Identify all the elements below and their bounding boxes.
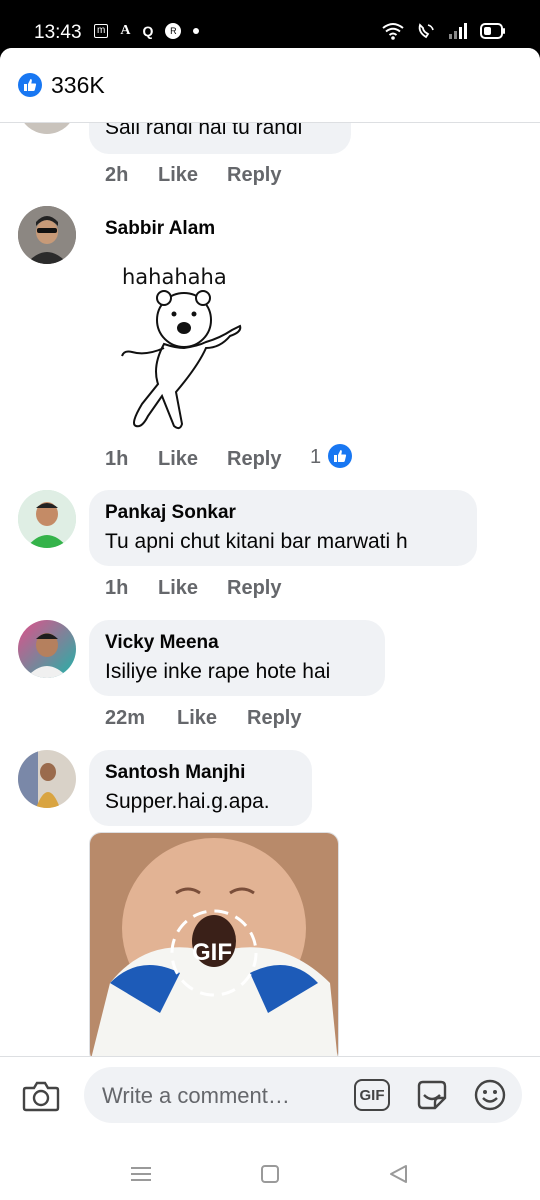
notification-icons: m A Q R (94, 23, 200, 39)
home-square-icon[interactable] (257, 1161, 283, 1187)
like-button[interactable]: Like (158, 577, 198, 600)
avatar-pankaj-sonkar[interactable] (18, 490, 76, 548)
comment-bubble[interactable]: Pankaj Sonkar Tu apni chut kitani bar ma… (89, 490, 477, 566)
reactions-header[interactable]: 336K (0, 48, 540, 123)
comment-time: 1h (105, 577, 129, 599)
emoji-icon[interactable] (472, 1077, 508, 1113)
sticker-text: hahahaha (122, 265, 227, 289)
comment-author[interactable]: Pankaj Sonkar (105, 502, 236, 524)
comment-time: 2h (105, 164, 129, 186)
comment-list[interactable]: Sali randi hai tu randi 2h Like Reply Sa… (0, 122, 540, 1056)
gif-attachment[interactable]: GIF (89, 832, 339, 1056)
navigation-bar (0, 1151, 540, 1200)
gif-icon[interactable]: GIF (354, 1079, 390, 1111)
back-triangle-icon[interactable] (385, 1161, 411, 1187)
camera-icon[interactable] (20, 1077, 62, 1115)
like-count-icon[interactable] (328, 444, 352, 468)
comment-bubble[interactable]: Sali randi hai tu randi (89, 122, 351, 154)
comment-text: Sali randi hai tu randi (105, 122, 303, 139)
sticker[interactable]: hahahaha (102, 256, 262, 436)
avatar-vicky-meena[interactable] (18, 620, 76, 678)
wifi-icon (382, 23, 404, 40)
comment-composer-bar: Write a comment… GIF (0, 1056, 540, 1200)
comment-time: 1h (105, 448, 129, 470)
m-icon: m (94, 24, 109, 38)
comment-author[interactable]: Sabbir Alam (105, 218, 215, 240)
r-icon: R (165, 23, 182, 39)
reply-button[interactable]: Reply (227, 577, 281, 600)
wifi-calling-icon (418, 23, 434, 39)
comment-text: Isiliye inke rape hote hai (105, 660, 331, 683)
reply-button[interactable]: Reply (227, 164, 281, 187)
comment-author[interactable]: Vicky Meena (105, 632, 219, 654)
sticker-icon[interactable] (414, 1077, 450, 1113)
system-icons (382, 22, 506, 40)
comment-time: 22m (105, 707, 146, 729)
like-button[interactable]: Like (158, 448, 198, 471)
avatar[interactable] (18, 122, 76, 134)
reaction-count[interactable]: 336K (51, 73, 105, 97)
avatar-sabbir-alam[interactable] (18, 206, 76, 264)
dot-icon (193, 28, 200, 34)
like-reaction-icon (18, 73, 42, 97)
comments-sheet: 336K Sali randi hai tu randi 2h Like Rep… (0, 48, 540, 1200)
comment-text: Supper.hai.g.apa. (105, 790, 270, 813)
a-icon: A (120, 23, 131, 38)
like-button[interactable]: Like (177, 707, 217, 730)
avatar-santosh-manjhi[interactable] (18, 750, 76, 808)
reply-button[interactable]: Reply (247, 707, 301, 730)
gif-button-label: GIF (359, 1086, 385, 1104)
comment-author[interactable]: Santosh Manjhi (105, 762, 245, 784)
signal-icon (449, 23, 467, 39)
q-icon: Q (142, 23, 154, 39)
gif-label: GIF (192, 939, 232, 966)
comment-bubble[interactable]: Vicky Meena Isiliye inke rape hote hai (89, 620, 385, 696)
comment-text: Tu apni chut kitani bar marwati h (105, 530, 408, 553)
comment-input-placeholder: Write a comment… (102, 1083, 290, 1108)
like-button[interactable]: Like (158, 164, 198, 187)
status-time: 13:43 (34, 22, 82, 43)
menu-icon[interactable] (128, 1161, 154, 1187)
like-count[interactable]: 1 (310, 446, 321, 469)
battery-icon (480, 23, 505, 39)
comment-bubble[interactable]: Santosh Manjhi Supper.hai.g.apa. (89, 750, 312, 826)
status-bar: 13:43 m A Q R (0, 0, 540, 48)
reply-button[interactable]: Reply (227, 448, 281, 471)
comment-input[interactable]: Write a comment… GIF (84, 1067, 522, 1123)
